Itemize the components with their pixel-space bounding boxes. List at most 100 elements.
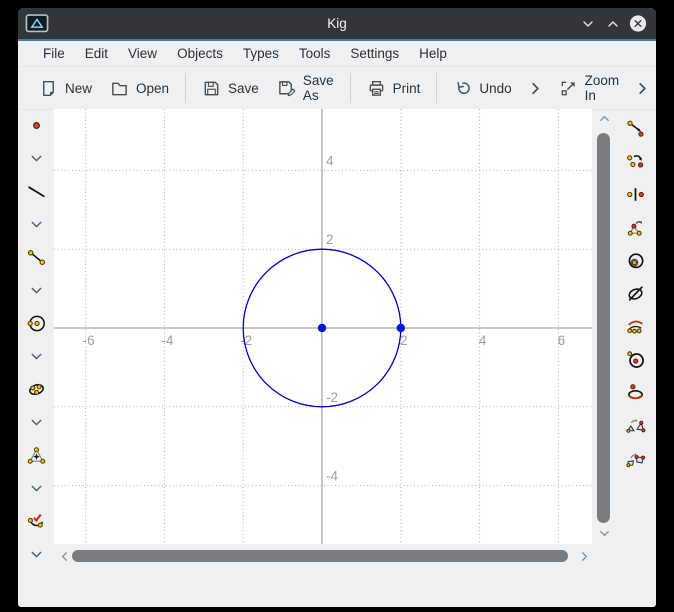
tool-group-expand-button[interactable] bbox=[18, 406, 54, 439]
inversion-button[interactable] bbox=[615, 244, 656, 277]
tool-group-expand-button[interactable] bbox=[18, 340, 54, 373]
similitude-icon bbox=[625, 415, 646, 436]
toolbar-button-label: Print bbox=[393, 81, 421, 96]
open-folder-icon bbox=[110, 79, 129, 98]
point-reflection-icon bbox=[625, 184, 646, 205]
translate-button[interactable] bbox=[615, 112, 656, 145]
x-tick-label: -6 bbox=[83, 333, 95, 348]
scale-icon bbox=[625, 217, 646, 238]
window-controls bbox=[579, 15, 656, 33]
desktop: { "window": { "title": "Kig", "app_icon"… bbox=[0, 0, 674, 612]
toolbar-overflow-button[interactable] bbox=[521, 73, 550, 104]
polygon-tool-icon bbox=[26, 445, 47, 466]
projectivity-icon bbox=[625, 448, 646, 469]
window-title: Kig bbox=[18, 16, 656, 31]
tool-group-expand-button[interactable] bbox=[18, 472, 54, 505]
menu-item-settings[interactable]: Settings bbox=[340, 43, 409, 64]
scroll-down-button[interactable] bbox=[596, 525, 612, 541]
menu-item-file[interactable]: File bbox=[33, 43, 75, 64]
kig-window: Kig FileEditViewObjectsTypesToolsSetting… bbox=[18, 8, 656, 607]
y-tick-label: -4 bbox=[326, 469, 338, 484]
minimize-button[interactable] bbox=[579, 15, 597, 33]
segment-tool-button[interactable] bbox=[18, 241, 54, 274]
conic-tool-button[interactable] bbox=[18, 373, 54, 406]
y-tick-label: 4 bbox=[326, 153, 334, 168]
toolbar-overflow-button[interactable] bbox=[628, 73, 656, 104]
chevron-down-icon bbox=[28, 216, 45, 233]
circle-tool-button[interactable] bbox=[18, 307, 54, 340]
line-tool-icon bbox=[26, 181, 47, 202]
affinity-icon bbox=[625, 283, 646, 304]
circle-tool-icon bbox=[26, 313, 47, 334]
scale-button[interactable] bbox=[615, 211, 656, 244]
menu-item-objects[interactable]: Objects bbox=[167, 43, 233, 64]
chevron-right-icon bbox=[526, 79, 545, 98]
tool-group-expand-button[interactable] bbox=[18, 538, 54, 571]
point-tool-button[interactable] bbox=[18, 109, 54, 142]
tool-group-expand-button[interactable] bbox=[18, 142, 54, 175]
conic-tool-icon bbox=[26, 379, 47, 400]
projectivity-button[interactable] bbox=[615, 442, 656, 475]
toolbar-button-label: Save As bbox=[303, 73, 334, 103]
toolbar-button-label: Zoom In bbox=[585, 73, 620, 103]
tool-group-expand-button[interactable] bbox=[18, 274, 54, 307]
save-as-button[interactable]: Save As bbox=[268, 67, 343, 109]
undo-button[interactable]: Undo bbox=[444, 73, 520, 104]
rotate-icon bbox=[625, 151, 646, 172]
maximize-button[interactable] bbox=[604, 15, 622, 33]
scroll-up-button[interactable] bbox=[596, 110, 612, 126]
transform-toolbar-right bbox=[615, 112, 656, 475]
open-button[interactable]: Open bbox=[101, 73, 178, 104]
print-icon bbox=[367, 79, 386, 98]
save-as-icon bbox=[277, 79, 296, 98]
scroll-left-button[interactable] bbox=[56, 548, 72, 564]
arc-transform-button[interactable] bbox=[615, 310, 656, 343]
affinity-button[interactable] bbox=[615, 277, 656, 310]
menu-bar: FileEditViewObjectsTypesToolsSettingsHel… bbox=[18, 41, 656, 67]
menu-item-types[interactable]: Types bbox=[233, 43, 289, 64]
rotate-button[interactable] bbox=[615, 145, 656, 178]
toolbar-separator bbox=[185, 73, 186, 103]
menu-item-view[interactable]: View bbox=[118, 43, 167, 64]
tool-group-expand-button[interactable] bbox=[18, 208, 54, 241]
circle-inversion-button[interactable] bbox=[615, 343, 656, 376]
menu-item-edit[interactable]: Edit bbox=[75, 43, 118, 64]
point-reflection-button[interactable] bbox=[615, 178, 656, 211]
segment-tool-icon bbox=[26, 247, 47, 268]
geometry-canvas[interactable]: -6-4-2246-4-224 bbox=[54, 109, 592, 544]
undo-icon bbox=[453, 79, 472, 98]
zoom-in-button[interactable]: Zoom In bbox=[550, 67, 629, 109]
toolbar-separator bbox=[436, 73, 437, 103]
x-tick-label: -2 bbox=[240, 333, 252, 348]
geometry-point bbox=[318, 324, 326, 332]
point-tool-icon bbox=[26, 115, 47, 136]
inversion-icon bbox=[625, 250, 646, 271]
x-tick-label: -4 bbox=[161, 333, 173, 348]
test-tool-button[interactable] bbox=[18, 505, 54, 538]
chevron-down-icon bbox=[28, 150, 45, 167]
new-button[interactable]: New bbox=[30, 73, 101, 104]
save-button[interactable]: Save bbox=[193, 73, 268, 104]
chevron-down-icon bbox=[28, 282, 45, 299]
print-button[interactable]: Print bbox=[358, 73, 430, 104]
vertical-scrollbar-thumb[interactable] bbox=[597, 133, 610, 523]
menu-item-help[interactable]: Help bbox=[409, 43, 457, 64]
x-tick-label: 4 bbox=[479, 333, 487, 348]
scroll-right-button[interactable] bbox=[576, 548, 592, 564]
close-button[interactable] bbox=[629, 15, 647, 33]
line-tool-button[interactable] bbox=[18, 175, 54, 208]
similitude-button[interactable] bbox=[615, 409, 656, 442]
test-tool-icon bbox=[26, 511, 47, 532]
menu-item-tools[interactable]: Tools bbox=[289, 43, 341, 64]
polygon-tool-button[interactable] bbox=[18, 439, 54, 472]
geometry-point bbox=[397, 324, 405, 332]
save-icon bbox=[202, 79, 221, 98]
arc-transform-icon bbox=[625, 316, 646, 337]
titlebar[interactable]: Kig bbox=[18, 8, 656, 39]
new-document-icon bbox=[39, 79, 58, 98]
circle-inversion-icon bbox=[625, 349, 646, 370]
horizontal-scrollbar-thumb[interactable] bbox=[72, 550, 568, 562]
chevron-right-icon bbox=[633, 79, 652, 98]
chevron-down-icon bbox=[28, 480, 45, 497]
conic-arc-button[interactable] bbox=[615, 376, 656, 409]
